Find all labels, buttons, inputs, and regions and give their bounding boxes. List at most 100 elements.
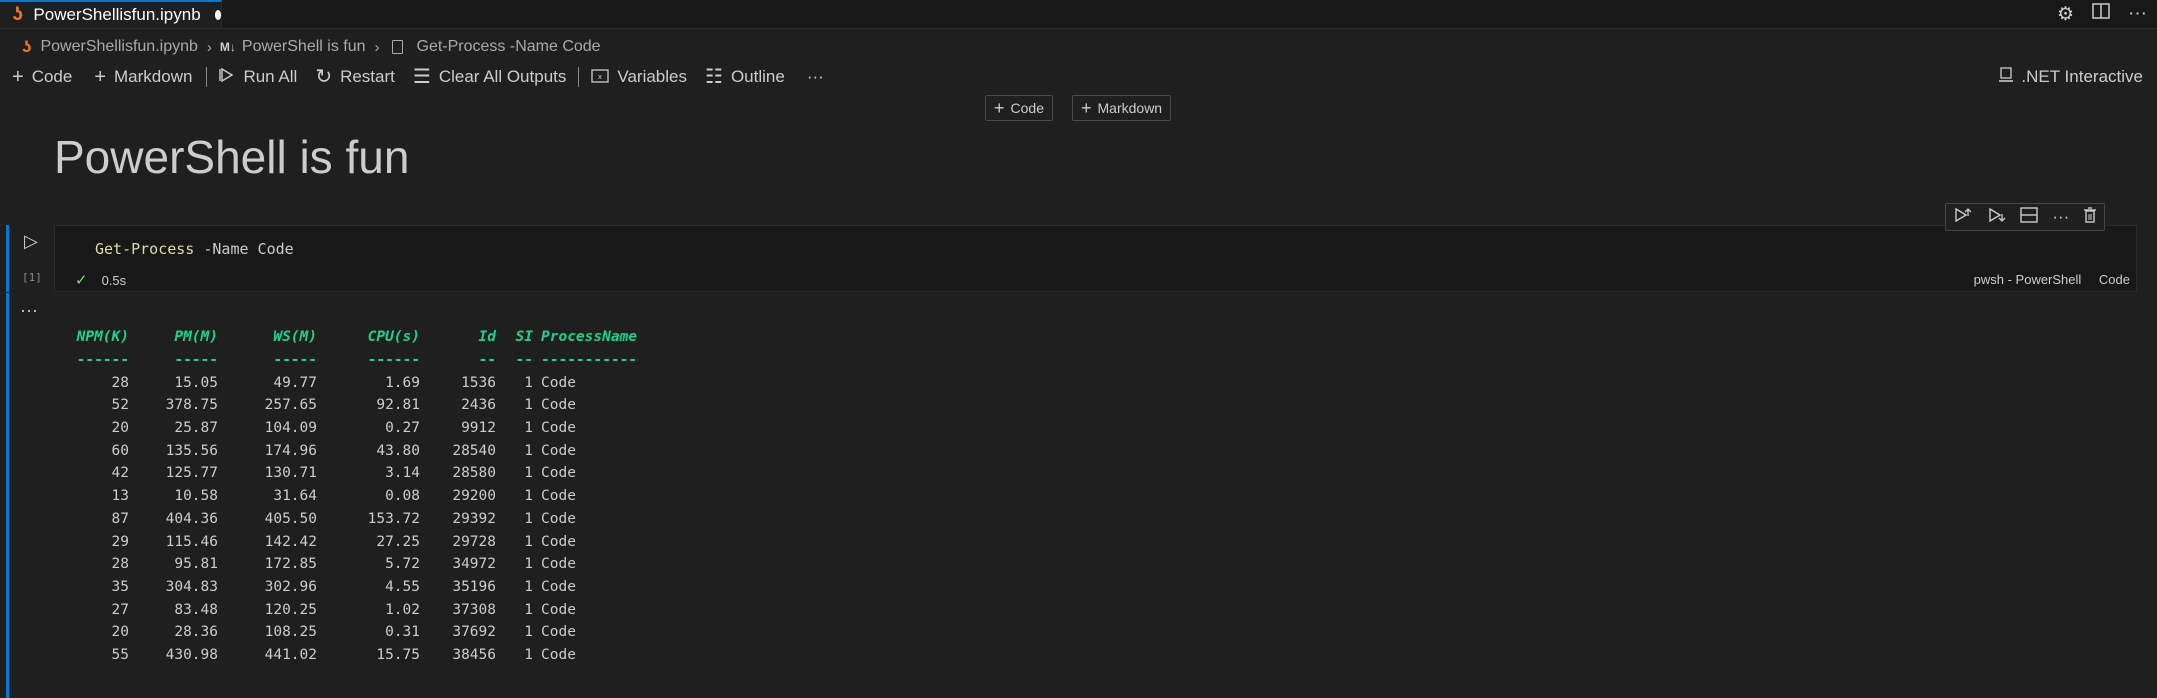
tab-label: PowerShellisfun.ipynb — [33, 5, 201, 24]
output-more-icon[interactable]: ··· — [20, 300, 38, 321]
insert-code-button[interactable]: + Code — [985, 95, 1053, 121]
notebook-toolbar: + Code + Markdown Run All ↻ Restart ☰ Cl… — [0, 62, 2157, 92]
table-cell: 52 — [111, 397, 129, 414]
table-cell: 29392 — [452, 510, 496, 527]
table-cell: Code — [541, 420, 576, 437]
output-header-row: NPM(K) PM(M) WS(M) CPU(s) Id SI ProcessN… — [62, 326, 651, 349]
more-icon: ··· — [806, 67, 824, 86]
table-cell: 55 — [111, 646, 129, 663]
toolbar-divider — [206, 67, 208, 87]
table-cell: 1 — [524, 488, 533, 505]
table-cell: 4.55 — [385, 578, 420, 595]
split-editor-icon[interactable] — [2092, 3, 2110, 25]
table-cell: 1 — [524, 465, 533, 482]
table-cell: 13 — [111, 488, 129, 505]
table-cell: Code — [541, 533, 576, 550]
add-code-button[interactable]: + Code — [12, 67, 72, 87]
split-cell-icon[interactable] — [2020, 206, 2039, 228]
unsaved-dot-icon[interactable] — [214, 10, 221, 20]
breadcrumb-file[interactable]: PowerShellisfun.ipynb — [40, 38, 197, 56]
table-row: 20 28.36 108.25 0.31 37692 1 Code — [62, 621, 651, 644]
breadcrumb: ʖ PowerShellisfun.ipynb › M↓ PowerShell … — [0, 32, 601, 62]
table-cell: 87 — [111, 510, 129, 527]
table-cell: 404.36 — [165, 510, 218, 527]
table-row: 52 378.75 257.65 92.81 2436 1 Code — [62, 394, 651, 417]
more-toolbar-button[interactable]: ··· — [807, 67, 824, 87]
table-cell: 34972 — [452, 556, 496, 573]
execute-below-icon[interactable] — [1987, 206, 2007, 229]
kernel-picker[interactable]: .NET Interactive — [1999, 62, 2143, 92]
table-cell: 378.75 — [165, 397, 218, 414]
table-cell: 1 — [524, 578, 533, 595]
table-cell: 28540 — [452, 442, 496, 459]
table-cell: 1.02 — [385, 601, 420, 618]
execute-above-icon[interactable] — [1953, 206, 1973, 229]
execution-duration: 0.5s — [101, 272, 127, 288]
code-editor[interactable]: Get-Process -Name Code ✓ 0.5s pwsh - Pow… — [54, 225, 2137, 292]
plus-icon: + — [994, 98, 1005, 118]
table-cell: 43.80 — [376, 442, 420, 459]
table-cell: 135.56 — [165, 442, 218, 459]
run-cell-icon[interactable]: ▷ — [24, 231, 38, 252]
tab-notebook[interactable]: ʖ PowerShellisfun.ipynb — [0, 0, 222, 28]
table-cell: 104.09 — [264, 420, 317, 437]
language-label[interactable]: pwsh - PowerShell — [1974, 272, 2082, 287]
variables-icon: x — [591, 67, 610, 87]
header-cell: Id — [478, 329, 496, 346]
table-cell: 10.58 — [174, 488, 218, 505]
insert-markdown-label: Markdown — [1097, 100, 1163, 116]
table-cell: 37692 — [452, 624, 496, 641]
table-cell: 9912 — [461, 420, 496, 437]
plus-icon: + — [1081, 98, 1092, 118]
breadcrumb-section[interactable]: PowerShell is fun — [242, 38, 366, 56]
underline-cell: -- — [478, 352, 496, 369]
table-cell: Code — [541, 397, 576, 414]
header-cell: CPU(s) — [367, 329, 420, 346]
run-all-button[interactable]: Run All — [219, 67, 297, 87]
table-cell: 28 — [111, 556, 129, 573]
table-cell: 35196 — [452, 578, 496, 595]
breadcrumb-cell[interactable]: Get-Process -Name Code — [417, 38, 601, 56]
variables-button[interactable]: x Variables — [591, 67, 687, 87]
table-cell: 130.71 — [264, 465, 317, 482]
output-underline-row: ------ ----- ----- ------ -- -- --------… — [62, 349, 651, 372]
gear-icon[interactable]: ⚙ — [2057, 3, 2074, 26]
table-row: 87 404.36 405.50 153.72 29392 1 Code — [62, 508, 651, 531]
table-cell: 441.02 — [264, 646, 317, 663]
add-code-label: Code — [31, 67, 73, 86]
table-cell: 1 — [524, 533, 533, 550]
table-cell: 1 — [524, 601, 533, 618]
clear-outputs-label: Clear All Outputs — [438, 67, 567, 86]
outline-label: Outline — [730, 67, 785, 86]
kernel-icon — [1999, 66, 2014, 88]
insert-markdown-button[interactable]: + Markdown — [1072, 95, 1172, 121]
kernel-label: .NET Interactive — [2021, 67, 2143, 86]
code-parameters: -Name Code — [203, 240, 294, 258]
table-cell: 28 — [111, 374, 129, 391]
table-cell: Code — [541, 601, 576, 618]
table-row: 35 304.83 302.96 4.55 35196 1 Code — [62, 576, 651, 599]
table-cell: 29728 — [452, 533, 496, 550]
clear-outputs-button[interactable]: ☰ Clear All Outputs — [413, 67, 567, 87]
cell-more-icon[interactable]: ··· — [2052, 207, 2069, 227]
table-cell: 302.96 — [264, 578, 317, 595]
clear-all-icon: ☰ — [412, 66, 431, 88]
table-row: 42 125.77 130.71 3.14 28580 1 Code — [62, 462, 651, 485]
more-actions-icon[interactable]: ··· — [2128, 3, 2147, 25]
cell-kind-label[interactable]: Code — [2099, 272, 2130, 287]
table-cell: 1536 — [461, 374, 496, 391]
toolbar-divider — [578, 67, 580, 87]
table-row: 13 10.58 31.64 0.08 29200 1 Code — [62, 485, 651, 508]
table-cell: 49.77 — [273, 374, 317, 391]
table-cell: 95.81 — [174, 556, 218, 573]
table-cell: Code — [541, 374, 576, 391]
table-cell: 31.64 — [273, 488, 317, 505]
delete-cell-icon[interactable] — [2083, 206, 2097, 228]
restart-button[interactable]: ↻ Restart — [315, 67, 395, 87]
table-cell: 153.72 — [367, 510, 420, 527]
table-cell: 120.25 — [264, 601, 317, 618]
outline-button[interactable]: ☷ Outline — [705, 67, 785, 87]
underline-cell: ------ — [76, 352, 129, 369]
table-cell: 172.85 — [264, 556, 317, 573]
add-markdown-button[interactable]: + Markdown — [94, 67, 192, 87]
